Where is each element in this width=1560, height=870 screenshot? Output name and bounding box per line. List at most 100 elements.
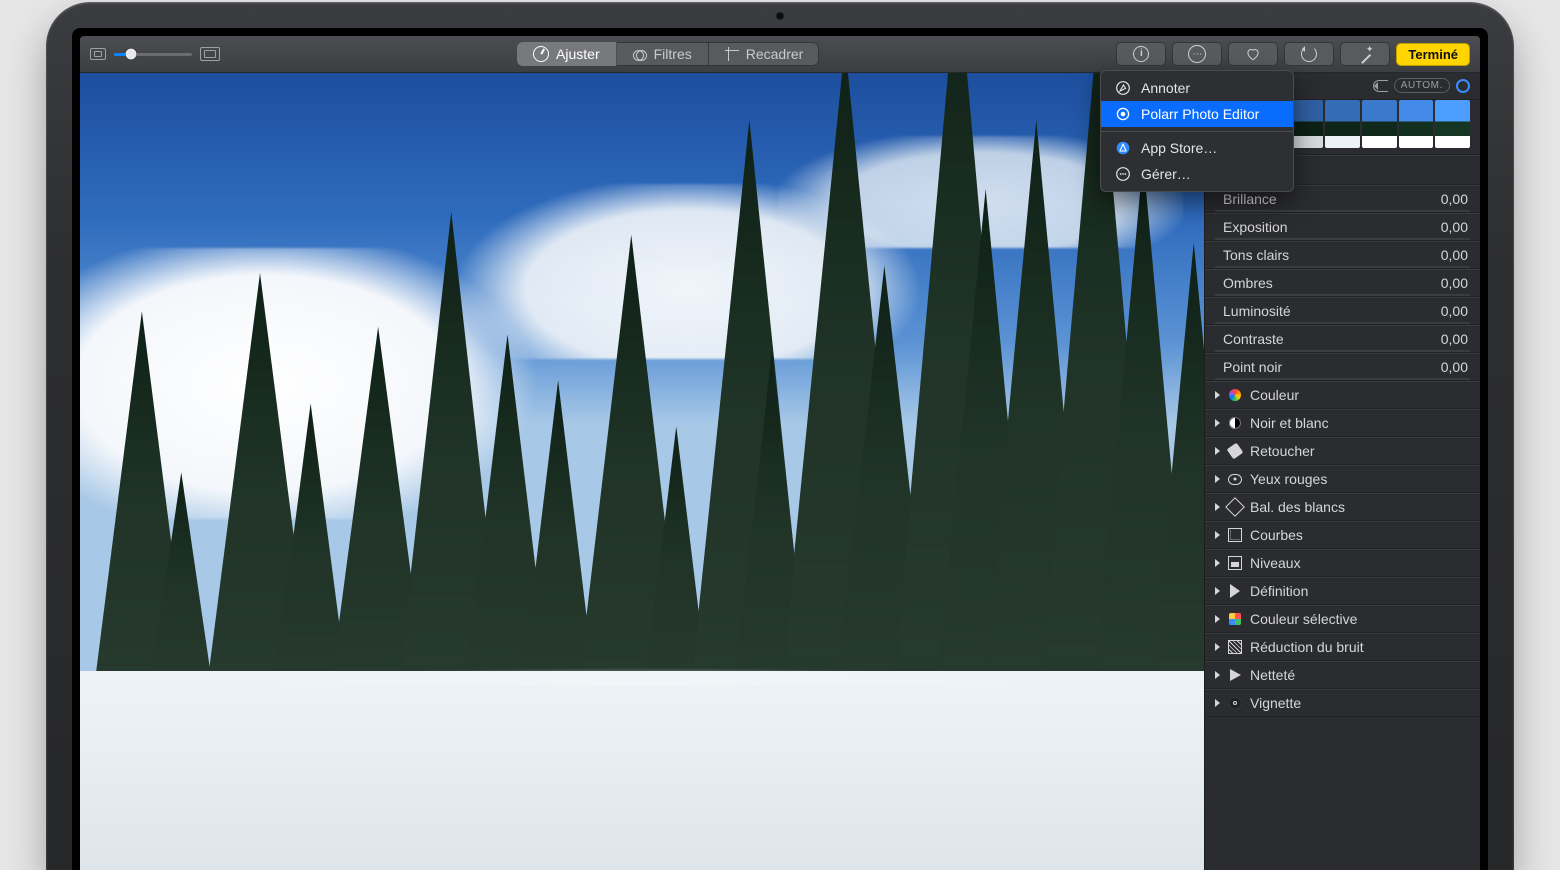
adjust-group-row[interactable]: Netteté xyxy=(1205,661,1480,689)
slider-value: 0,00 xyxy=(1441,191,1468,207)
adjust-group-row[interactable]: Définition xyxy=(1205,577,1480,605)
disclosure-icon xyxy=(1215,391,1220,399)
crop-label: Recadrer xyxy=(746,46,804,62)
light-slider-row[interactable]: Contraste 0,00 xyxy=(1205,325,1480,353)
slider-label: Luminosité xyxy=(1223,303,1291,319)
slider-label: Ombres xyxy=(1223,275,1273,291)
appstore-icon xyxy=(1115,140,1131,156)
undo-icon[interactable] xyxy=(1373,80,1388,92)
edit-toolbar: Ajuster Filtres Recadrer xyxy=(80,36,1480,73)
auto-enhance-button[interactable] xyxy=(1340,42,1390,66)
group-icon xyxy=(1228,584,1242,598)
adjust-group-row[interactable]: Retoucher xyxy=(1205,437,1480,465)
group-icon xyxy=(1228,696,1242,710)
adjust-group-row[interactable]: Vignette xyxy=(1205,689,1480,717)
filters-tab[interactable]: Filtres xyxy=(617,42,709,66)
adjust-label: Ajuster xyxy=(556,46,600,62)
disclosure-icon xyxy=(1215,447,1220,455)
group-icon xyxy=(1228,500,1242,514)
menu-item-appstore[interactable]: App Store… xyxy=(1101,131,1293,161)
disclosure-icon xyxy=(1215,671,1220,679)
group-icon xyxy=(1228,388,1242,402)
slider-label: Exposition xyxy=(1223,219,1288,235)
adjust-group-row[interactable]: Noir et blanc xyxy=(1205,409,1480,437)
adjust-group-row[interactable]: Niveaux xyxy=(1205,549,1480,577)
light-thumb[interactable] xyxy=(1435,100,1470,148)
info-button[interactable]: i xyxy=(1116,42,1166,66)
filters-icon xyxy=(633,47,647,61)
more-icon: ⋯ xyxy=(1188,45,1206,63)
menu-item-manage[interactable]: Gérer… xyxy=(1101,161,1293,187)
zoom-in-icon xyxy=(200,47,220,61)
done-button[interactable]: Terminé xyxy=(1396,43,1470,66)
polarr-icon xyxy=(1115,106,1131,122)
slider-label: Contraste xyxy=(1223,331,1284,347)
disclosure-icon xyxy=(1215,475,1220,483)
slider-label: Point noir xyxy=(1223,359,1282,375)
light-slider-row[interactable]: Exposition 0,00 xyxy=(1205,213,1480,241)
crop-tab[interactable]: Recadrer xyxy=(709,42,820,66)
slider-value: 0,00 xyxy=(1441,219,1468,235)
slider-value: 0,00 xyxy=(1441,247,1468,263)
disclosure-icon xyxy=(1215,559,1220,567)
edit-mode-segment[interactable]: Ajuster Filtres Recadrer xyxy=(517,42,819,66)
adjust-group-row[interactable]: Réduction du bruit xyxy=(1205,633,1480,661)
slider-value: 0,00 xyxy=(1441,303,1468,319)
menu-item-label: App Store… xyxy=(1141,140,1217,156)
light-slider-row[interactable]: Ombres 0,00 xyxy=(1205,269,1480,297)
extensions-button[interactable]: ⋯ xyxy=(1172,42,1222,66)
light-thumb[interactable] xyxy=(1325,100,1360,148)
slider-value: 0,00 xyxy=(1441,331,1468,347)
group-icon xyxy=(1228,472,1242,486)
group-icon xyxy=(1228,640,1242,654)
light-slider-row[interactable]: Point noir0,00 xyxy=(1205,353,1480,381)
disclosure-icon xyxy=(1215,643,1220,651)
wand-icon xyxy=(1358,47,1372,61)
group-icon xyxy=(1228,444,1242,458)
group-label: Courbes xyxy=(1250,527,1303,543)
slider-value: 0,00 xyxy=(1441,275,1468,291)
rotate-button[interactable] xyxy=(1284,42,1334,66)
menu-item-label: Polarr Photo Editor xyxy=(1141,106,1259,122)
group-label: Couleur sélective xyxy=(1250,611,1357,627)
group-label: Définition xyxy=(1250,583,1308,599)
photo-canvas[interactable] xyxy=(80,72,1205,870)
group-label: Retoucher xyxy=(1250,443,1315,459)
disclosure-icon xyxy=(1215,531,1220,539)
light-slider-row[interactable]: Luminosité 0,00 xyxy=(1205,297,1480,325)
group-label: Bal. des blancs xyxy=(1250,499,1345,515)
section-toggle-icon[interactable] xyxy=(1456,79,1470,93)
menu-item-label: Annoter xyxy=(1141,80,1190,96)
extensions-menu: Annoter Polarr Photo Editor xyxy=(1100,70,1294,192)
menu-item-polarr[interactable]: Polarr Photo Editor xyxy=(1101,101,1293,127)
light-thumb[interactable] xyxy=(1399,100,1434,148)
zoom-slider[interactable] xyxy=(114,53,192,56)
favorite-button[interactable] xyxy=(1228,42,1278,66)
disclosure-icon xyxy=(1215,587,1220,595)
group-icon xyxy=(1228,556,1242,570)
group-label: Couleur xyxy=(1250,387,1299,403)
group-icon xyxy=(1228,612,1242,626)
disclosure-icon xyxy=(1215,419,1220,427)
photo-content xyxy=(80,72,1205,870)
adjust-group-row[interactable]: Couleur xyxy=(1205,381,1480,409)
group-icon xyxy=(1228,668,1242,682)
zoom-control[interactable] xyxy=(90,47,220,61)
markup-icon xyxy=(1115,80,1131,96)
adjust-tab[interactable]: Ajuster xyxy=(517,42,617,66)
adjust-group-row[interactable]: Bal. des blancs xyxy=(1205,493,1480,521)
disclosure-icon xyxy=(1215,699,1220,707)
disclosure-icon xyxy=(1215,615,1220,623)
adjust-group-row[interactable]: Yeux rouges xyxy=(1205,465,1480,493)
laptop-camera xyxy=(776,12,784,20)
adjust-group-row[interactable]: Couleur sélective xyxy=(1205,605,1480,633)
slider-label: Brillance xyxy=(1223,191,1277,207)
light-thumb[interactable] xyxy=(1362,100,1397,148)
rotate-icon xyxy=(1301,46,1317,62)
auto-badge[interactable]: AUTOM. xyxy=(1394,78,1450,93)
group-label: Netteté xyxy=(1250,667,1295,683)
photos-app-window: Ajuster Filtres Recadrer xyxy=(80,36,1480,870)
light-slider-row[interactable]: Tons clairs0,00 xyxy=(1205,241,1480,269)
adjust-group-row[interactable]: Courbes xyxy=(1205,521,1480,549)
menu-item-annotate[interactable]: Annoter xyxy=(1101,75,1293,101)
